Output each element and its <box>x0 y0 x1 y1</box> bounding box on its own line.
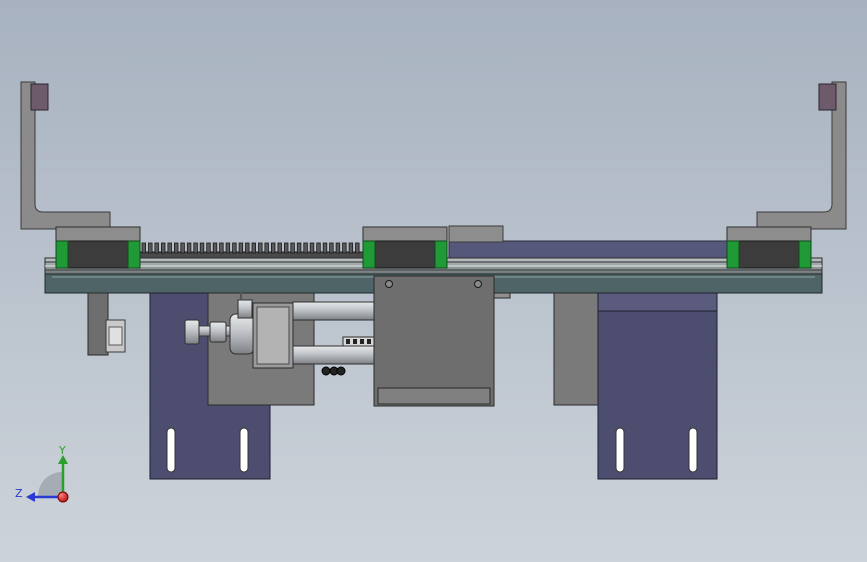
rack-tooth <box>193 242 198 254</box>
mount-screw-left <box>385 280 393 288</box>
right-spacer-block <box>553 292 600 406</box>
lock-nut <box>209 321 227 343</box>
linear-module-assembly-drawing: Y Z <box>15 81 847 503</box>
left-slot-2 <box>239 427 249 473</box>
left-support-bracket <box>20 81 111 230</box>
rack-tooth <box>199 242 205 254</box>
rack-tooth <box>212 242 218 254</box>
rear-cover-plate <box>448 240 728 259</box>
z-axis-arrowhead <box>26 492 35 502</box>
triad-quadrant <box>38 472 62 496</box>
left-rubber-pad <box>30 83 49 111</box>
right-support-bracket <box>756 81 847 230</box>
cylinder-barrel-upper <box>292 301 376 321</box>
mount-screw-right <box>474 280 482 288</box>
rack-tooth <box>309 242 315 254</box>
gear-rack <box>139 242 366 261</box>
rack-tooth <box>348 242 354 254</box>
center-mount-tab <box>448 225 504 243</box>
rack-tooth <box>180 242 185 254</box>
rack-tooth <box>186 242 192 254</box>
rack-tooth <box>167 242 172 254</box>
cylinder-barrel-lower <box>292 345 376 365</box>
cad-viewport[interactable]: Y Z <box>0 0 867 562</box>
rack-tooth <box>277 242 282 254</box>
rack-tooth <box>303 242 308 254</box>
rack-tooth <box>329 242 334 254</box>
center-drive-block <box>373 275 511 407</box>
rack-tooth <box>283 242 289 254</box>
rack-tooth <box>232 242 237 254</box>
right-slot-2 <box>688 427 698 473</box>
x-axis-origin-point <box>57 491 69 503</box>
left-slot-1 <box>166 427 176 473</box>
rack-tooth <box>245 242 250 254</box>
rack-tooth <box>296 242 302 254</box>
rack-tooth <box>225 242 231 254</box>
right-rubber-pad <box>818 83 837 111</box>
rack-tooth <box>335 242 341 254</box>
coordinate-triad[interactable]: Y Z <box>15 444 69 503</box>
z-axis-label: Z <box>15 487 23 500</box>
carriage-left <box>55 226 141 269</box>
left-limit-block <box>87 292 126 356</box>
rack-tooth <box>322 242 328 254</box>
rack-tooth <box>251 242 256 254</box>
carriage-center <box>362 226 448 269</box>
rack-tooth <box>141 242 146 254</box>
rack-tooth <box>270 242 276 254</box>
rack-tooth <box>258 242 263 254</box>
rack-tooth <box>316 242 321 254</box>
right-slot-1 <box>615 427 625 473</box>
rack-tooth <box>173 242 179 254</box>
y-axis-label: Y <box>58 444 66 457</box>
right-base-plate <box>597 292 718 480</box>
rack-tooth <box>160 242 166 254</box>
rack-tooth <box>264 242 269 254</box>
rack-tooth <box>154 242 159 254</box>
rack-tooth <box>206 242 211 254</box>
carriage-right <box>726 226 812 269</box>
front-head <box>229 313 255 355</box>
rack-tooth <box>219 242 224 254</box>
rack-tooth <box>148 242 153 254</box>
rack-tooth <box>355 242 360 254</box>
rack-tooth <box>290 242 295 254</box>
rack-tooth <box>342 242 347 254</box>
rack-tooth <box>238 242 244 254</box>
rod-end-nut <box>184 319 200 345</box>
